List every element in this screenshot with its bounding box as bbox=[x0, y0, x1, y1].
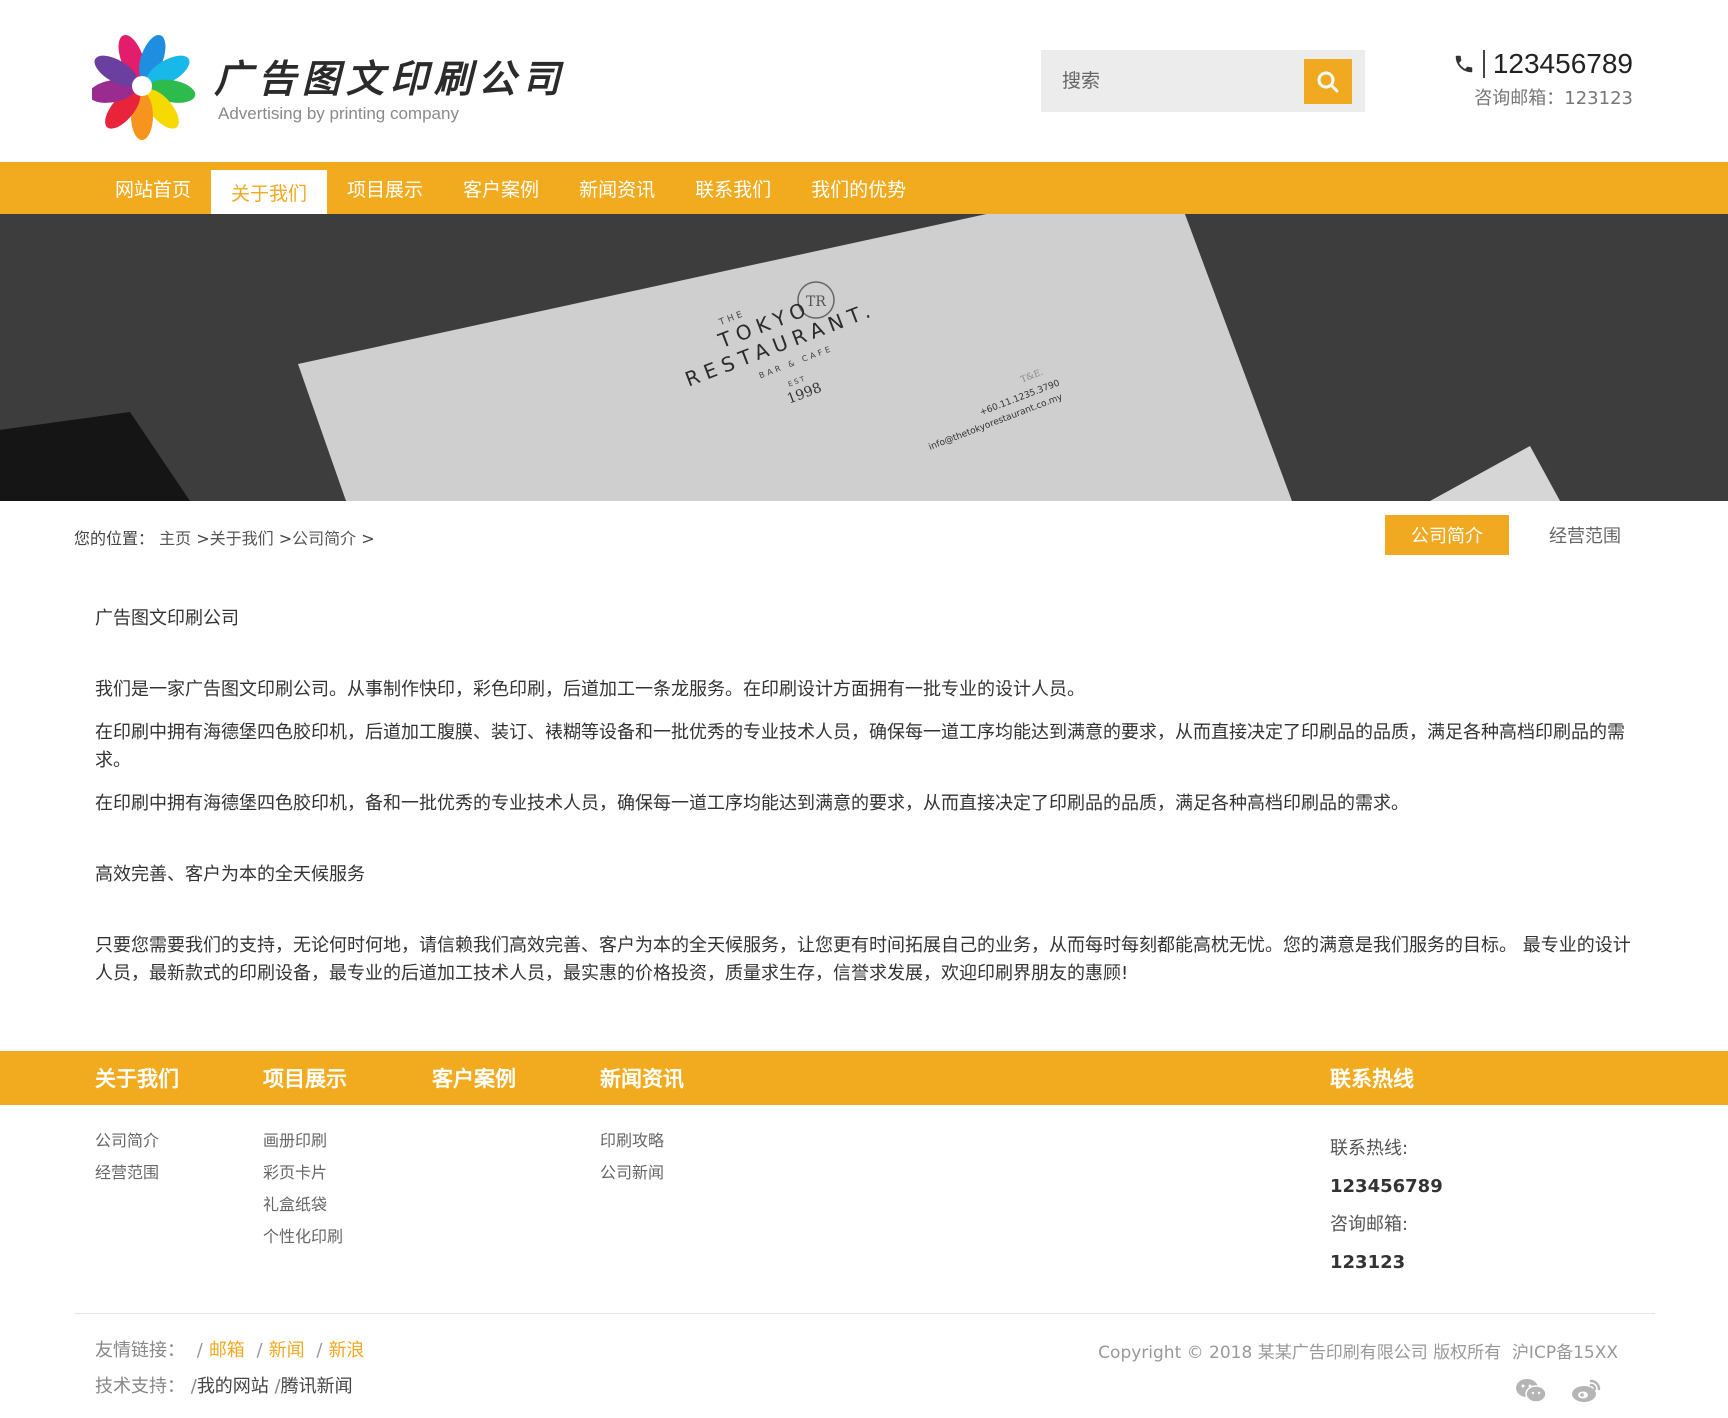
header-email-label: 咨询邮箱： bbox=[1474, 88, 1565, 109]
phone-separator bbox=[1482, 50, 1485, 78]
footer-link[interactable]: 画册印刷 bbox=[263, 1125, 343, 1157]
header-contact: 123456789 咨询邮箱：123123 bbox=[1453, 48, 1633, 110]
nav-item-news[interactable]: 新闻资讯 bbox=[559, 162, 675, 214]
footer-hotline-label: 联系热线: bbox=[1330, 1138, 1409, 1159]
tech-link-mysite[interactable]: 我的网站 bbox=[197, 1376, 269, 1397]
sub-nav: 公司简介 经营范围 bbox=[1385, 515, 1647, 555]
tech-support-label: 技术支持： bbox=[95, 1376, 185, 1397]
icp-number: 沪ICP备15XX bbox=[1511, 1343, 1618, 1363]
nav-item-cases[interactable]: 客户案例 bbox=[443, 162, 559, 214]
friend-link-news[interactable]: 新闻 bbox=[269, 1340, 305, 1361]
friend-link-sina[interactable]: 新浪 bbox=[328, 1340, 364, 1361]
footer-title-news[interactable]: 新闻资讯 bbox=[600, 1051, 684, 1105]
friend-links-sep: / bbox=[256, 1340, 263, 1361]
breadcrumb-sep: > bbox=[361, 529, 375, 548]
subnav-business-scope[interactable]: 经营范围 bbox=[1523, 515, 1647, 555]
footer-link[interactable]: 公司简介 bbox=[95, 1125, 159, 1157]
nav-label: 网站首页 bbox=[115, 178, 192, 201]
breadcrumb-sep: > bbox=[196, 529, 210, 548]
footer-link[interactable]: 印刷攻略 bbox=[600, 1125, 664, 1157]
hero-banner: TR THE TOKYO RESTAURANT. BAR & CAFE EST … bbox=[0, 214, 1728, 501]
footer-title-cases[interactable]: 客户案例 bbox=[432, 1051, 516, 1105]
nav-label: 项目展示 bbox=[347, 178, 424, 201]
footer-hotline: 123456789 bbox=[1330, 1176, 1443, 1197]
friend-links-sep: / bbox=[316, 1340, 323, 1361]
footer-title-contact: 联系热线 bbox=[1330, 1067, 1414, 1091]
flower-logo-icon bbox=[92, 34, 196, 140]
footer-contact: 联系热线: 123456789 咨询邮箱: 123123 bbox=[1330, 1130, 1443, 1282]
search-input[interactable] bbox=[1041, 50, 1301, 112]
friend-links-label: 友情链接： bbox=[95, 1340, 185, 1361]
nav-item-home[interactable]: 网站首页 bbox=[95, 162, 211, 214]
tech-support: 技术支持： /我的网站 /腾讯新闻 bbox=[95, 1372, 353, 1398]
main-nav: 网站首页 关于我们 项目展示 客户案例 新闻资讯 联系我们 我们的优势 bbox=[0, 162, 1728, 222]
nav-label: 关于我们 bbox=[231, 182, 308, 205]
nav-label: 联系我们 bbox=[695, 178, 772, 201]
search-box bbox=[1041, 50, 1365, 112]
content-heading-1: 广告图文印刷公司 bbox=[95, 608, 239, 629]
content-paragraph-1: 我们是一家广告图文印刷公司。从事制作快印，彩色印刷，后道加工一条龙服务。在印刷设… bbox=[95, 679, 1085, 700]
breadcrumb-sep: > bbox=[278, 529, 293, 548]
nav-label: 客户案例 bbox=[463, 178, 540, 201]
nav-item-projects[interactable]: 项目展示 bbox=[327, 162, 443, 214]
friend-links-sep: / bbox=[196, 1340, 203, 1361]
weibo-icon[interactable] bbox=[1571, 1378, 1601, 1408]
content-heading-2: 高效完善、客户为本的全天候服务 bbox=[95, 864, 365, 885]
header-phone: 123456789 bbox=[1492, 48, 1633, 79]
footer-col-news: 印刷攻略 公司新闻 bbox=[600, 1125, 664, 1189]
content-paragraph-2: 在印刷中拥有海德堡四色胶印机，后道加工腹膜、装订、裱糊等设备和一批优秀的专业技术… bbox=[95, 722, 1625, 771]
breadcrumb-current[interactable]: 公司简介 bbox=[292, 529, 356, 548]
breadcrumb-label: 您的位置： bbox=[74, 529, 155, 548]
footer-link[interactable]: 礼盒纸袋 bbox=[263, 1189, 343, 1221]
breadcrumb: 您的位置： 主页 >关于我们 >公司简介 > bbox=[74, 525, 375, 549]
search-icon bbox=[1317, 71, 1339, 92]
copyright: Copyright © 2018 某某广告印刷有限公司 版权所有 沪ICP备15… bbox=[1098, 1338, 1618, 1363]
footer-link[interactable]: 彩页卡片 bbox=[263, 1157, 343, 1189]
footer-header-band: 关于我们 项目展示 客户案例 新闻资讯 联系热线 bbox=[0, 1051, 1728, 1105]
nav-item-advantages[interactable]: 我们的优势 bbox=[791, 162, 926, 214]
wechat-icon[interactable] bbox=[1515, 1378, 1547, 1408]
phone-icon bbox=[1455, 55, 1473, 73]
footer-title-projects[interactable]: 项目展示 bbox=[263, 1051, 347, 1105]
footer-email-label: 咨询邮箱: bbox=[1330, 1214, 1409, 1235]
header-email: 咨询邮箱：123123 bbox=[1453, 84, 1633, 110]
nav-item-contact[interactable]: 联系我们 bbox=[675, 162, 791, 214]
footer-col-projects: 画册印刷 彩页卡片 礼盒纸袋 个性化印刷 bbox=[263, 1125, 343, 1253]
content-paragraph-3: 在印刷中拥有海德堡四色胶印机，备和一批优秀的专业技术人员，确保每一道工序均能达到… bbox=[95, 793, 1409, 814]
footer-email: 123123 bbox=[1330, 1252, 1406, 1273]
header-email-value: 123123 bbox=[1564, 88, 1633, 109]
brand-name-en: Advertising by printing company bbox=[218, 104, 459, 123]
banner-image: TR THE TOKYO RESTAURANT. BAR & CAFE EST … bbox=[0, 214, 1728, 501]
search-button[interactable] bbox=[1304, 59, 1352, 104]
article-content: 广告图文印刷公司 我们是一家广告图文印刷公司。从事制作快印，彩色印刷，后道加工一… bbox=[95, 605, 1635, 1003]
social-links bbox=[1515, 1378, 1601, 1408]
footer-title-about[interactable]: 关于我们 bbox=[95, 1051, 179, 1105]
footer-link[interactable]: 公司新闻 bbox=[600, 1157, 664, 1189]
footer-link[interactable]: 个性化印刷 bbox=[263, 1221, 343, 1253]
subnav-company-intro[interactable]: 公司简介 bbox=[1385, 515, 1509, 555]
content-paragraph-4: 只要您需要我们的支持，无论何时何地，请信赖我们高效完善、客户为本的全天候服务，让… bbox=[95, 935, 1631, 984]
breadcrumb-about[interactable]: 关于我们 bbox=[210, 529, 274, 548]
nav-label: 我们的优势 bbox=[811, 178, 907, 201]
friend-link-mail[interactable]: 邮箱 bbox=[209, 1340, 245, 1361]
brand-name-cn: 广告图文印刷公司 bbox=[214, 56, 567, 101]
footer-link[interactable]: 经营范围 bbox=[95, 1157, 159, 1189]
nav-label: 新闻资讯 bbox=[579, 178, 656, 201]
site-logo[interactable]: 广告图文印刷公司 Advertising by printing company bbox=[92, 32, 560, 144]
friend-links: 友情链接： / 邮箱 / 新闻 / 新浪 bbox=[95, 1336, 364, 1362]
footer-divider bbox=[74, 1313, 1655, 1314]
site-header: 广告图文印刷公司 Advertising by printing company… bbox=[0, 0, 1728, 162]
breadcrumb-home[interactable]: 主页 bbox=[159, 529, 191, 548]
copyright-text: Copyright © 2018 某某广告印刷有限公司 版权所有 bbox=[1098, 1343, 1502, 1363]
tech-link-tencent[interactable]: 腾讯新闻 bbox=[281, 1376, 353, 1397]
footer-col-about: 公司简介 经营范围 bbox=[95, 1125, 159, 1189]
